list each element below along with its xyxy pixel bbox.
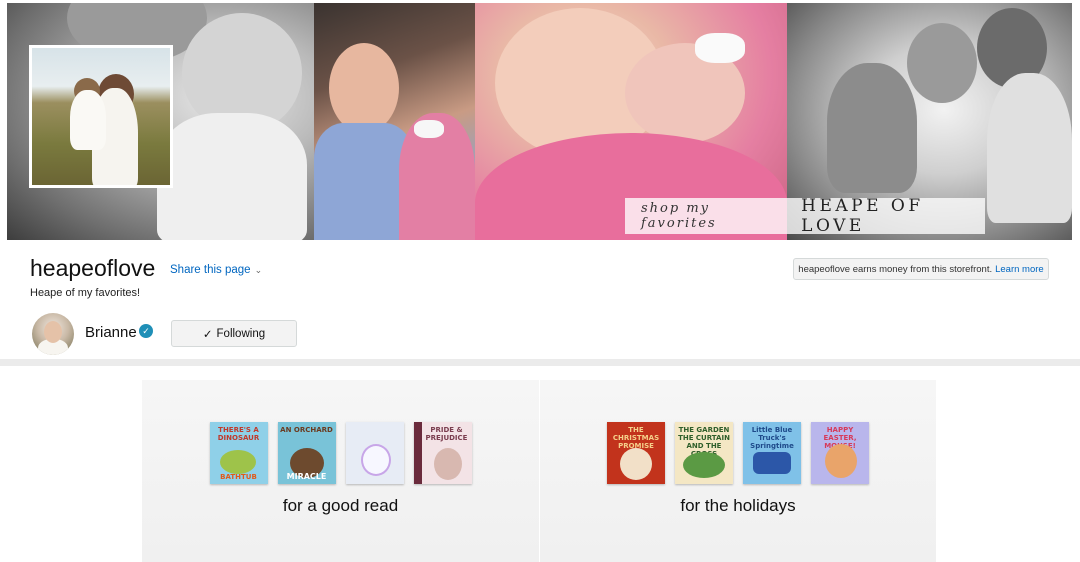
- earnings-disclosure: heapeoflove earns money from this storef…: [793, 258, 1049, 280]
- book-cover: [345, 422, 404, 484]
- book-cover: THE CHRISTMAS PROMISE: [607, 422, 665, 484]
- book-thumbnails: THE CHRISTMAS PROMISE THE GARDEN THE CUR…: [540, 422, 936, 484]
- store-title: heapeoflove: [30, 255, 156, 281]
- book-title: PRIDE & PREJUDICE: [425, 426, 468, 442]
- tagline-big: HEAPE OF LOVE: [801, 196, 924, 236]
- book-cover: PRIDE & PREJUDICE: [413, 422, 472, 484]
- owner-name[interactable]: Brianne: [85, 324, 137, 341]
- collection-title: for the holidays: [680, 496, 796, 515]
- banner-photo-2: [314, 3, 475, 240]
- collection-card-holidays[interactable]: THE CHRISTMAS PROMISE THE GARDEN THE CUR…: [540, 380, 936, 562]
- avatar[interactable]: [32, 313, 74, 355]
- book-title: Little Blue Truck's Springtime: [750, 426, 794, 450]
- book-cover: HAPPY EASTER, MOUSE!: [811, 422, 869, 484]
- checkmark-icon: ✓: [202, 328, 213, 341]
- book-title: AN ORCHARD: [280, 426, 333, 434]
- storefront-banner: shop my favorites HEAPE OF LOVE: [7, 3, 1072, 240]
- following-button[interactable]: ✓ Following: [171, 320, 297, 347]
- learn-more-link[interactable]: Learn more: [995, 264, 1044, 275]
- book-cover: AN ORCHARD MIRACLE: [277, 422, 336, 484]
- share-page-link[interactable]: Share this page ⌄: [170, 264, 262, 276]
- store-subtitle: Heape of my favorites!: [30, 287, 141, 299]
- book-title: THERE'S A DINOSAUR: [217, 426, 260, 442]
- tagline-small: shop my favorites: [641, 201, 717, 231]
- section-divider: [0, 359, 1080, 366]
- profile-cover-photo: [29, 45, 173, 188]
- book-subtitle: BATHTUB: [220, 473, 257, 481]
- book-thumbnails: THERE'S A DINOSAUR BATHTUB AN ORCHARD MI…: [142, 422, 539, 484]
- chevron-down-icon: ⌄: [254, 264, 263, 275]
- verified-badge-icon: ✓: [139, 324, 153, 338]
- collection-title: for a good read: [282, 496, 399, 515]
- share-label: Share this page: [170, 264, 251, 276]
- collection-card-good-read[interactable]: THERE'S A DINOSAUR BATHTUB AN ORCHARD MI…: [142, 380, 539, 562]
- book-cover: THE GARDEN THE CURTAIN AND THE CROSS: [675, 422, 733, 484]
- book-title: THE CHRISTMAS PROMISE: [612, 426, 660, 450]
- book-cover: THERE'S A DINOSAUR BATHTUB: [209, 422, 268, 484]
- banner-tagline: shop my favorites HEAPE OF LOVE: [625, 196, 985, 236]
- following-label: Following: [216, 327, 266, 340]
- book-cover: Little Blue Truck's Springtime: [743, 422, 801, 484]
- book-subtitle: MIRACLE: [286, 472, 327, 481]
- earn-text: heapeoflove earns money from this storef…: [798, 263, 993, 275]
